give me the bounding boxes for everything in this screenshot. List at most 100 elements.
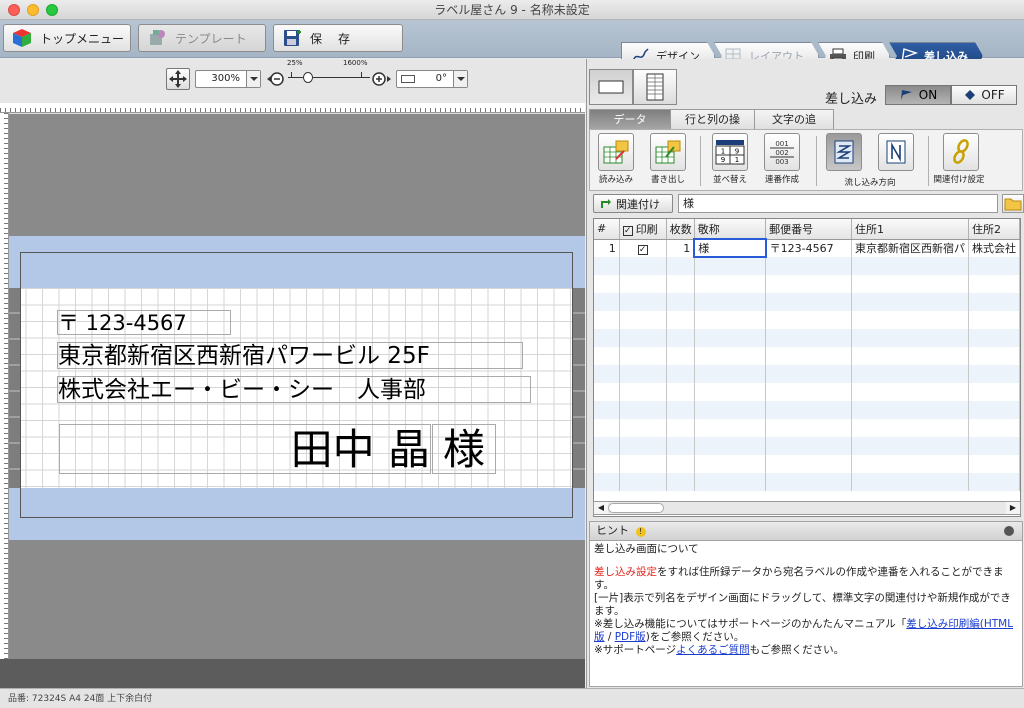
zoom-value: 300% [211, 73, 240, 84]
serial-number-label: 連番作成 [764, 175, 799, 185]
postal-code-text[interactable]: 〒 123-4567 [57, 310, 231, 335]
close-window-button[interactable] [8, 4, 20, 16]
svg-text:9: 9 [721, 156, 725, 164]
print-checkbox[interactable]: ✓ [637, 244, 648, 255]
folder-icon [1004, 198, 1022, 211]
save-icon [282, 28, 302, 48]
hint-paragraph-3: ※差し込み機能についてはサポートページのかんたんマニュアル「差し込み印刷編(HT… [594, 618, 1014, 643]
svg-text:9: 9 [735, 148, 739, 156]
zoom-bar: 300% 25% 1600% 0° [0, 59, 585, 103]
manual-pdf-link[interactable]: PDF版 [615, 631, 646, 643]
sort-button[interactable]: 1991 並べ替え [708, 133, 752, 185]
col-header-index[interactable]: # [594, 219, 620, 240]
recipient-name-text[interactable]: 田中 晶 [59, 424, 431, 474]
hint-paragraph-2: [一片]表示で列名をデザイン画面にドラッグして、標準文字の関連付けや新規作成がで… [594, 592, 1011, 617]
save-button[interactable]: 保 存 [273, 24, 403, 52]
faq-link[interactable]: よくあるご質問 [676, 644, 750, 656]
scroll-left-icon[interactable]: ◀ [594, 502, 608, 514]
svg-text:1: 1 [735, 156, 739, 164]
col-header-print[interactable]: ✓ 印刷 [619, 219, 667, 240]
col-header-qty[interactable]: 枚数 [666, 219, 695, 240]
col-header-addr1[interactable]: 住所1 [851, 219, 969, 240]
zoom-out-button[interactable] [267, 70, 285, 88]
zoom-slider[interactable] [288, 69, 370, 89]
cell-addr1[interactable]: 東京都新宿区西新宿パ [851, 239, 969, 257]
data-table: # ✓ 印刷 枚数 敬称 郵便番号 住所1 住所2 1 ✓ 1 様 〒123-45… [594, 219, 1020, 491]
list-view-button[interactable] [633, 69, 677, 105]
tab-row-col[interactable]: 行と列の操作 [670, 109, 755, 145]
slider-max-label: 1600% [343, 59, 368, 67]
flow-vertical-button[interactable] [874, 133, 918, 173]
cube-icon [12, 28, 32, 48]
status-text: 品番: 72324S A4 24面 上下余白付 [8, 694, 153, 704]
rotation-select[interactable]: 0° [396, 70, 468, 88]
zoom-slider-thumb[interactable] [303, 72, 313, 83]
check-all-checkbox[interactable]: ✓ [622, 225, 633, 236]
honorific-text[interactable]: 様 [432, 424, 496, 474]
zoom-select[interactable]: 300% [195, 70, 261, 88]
export-icon [655, 140, 681, 164]
tab-add-text[interactable]: 文字の追加 [754, 109, 834, 145]
address-text[interactable]: 東京都新宿区西新宿パワービル 25F [57, 342, 523, 369]
cell-print[interactable]: ✓ [619, 239, 667, 257]
cell-addr2[interactable]: 株式会社 [968, 239, 1020, 257]
cell-zip[interactable]: 〒123-4567 [765, 239, 852, 257]
hint-title: ヒント [596, 524, 629, 537]
hint-paragraph-1: 差し込み設定をすれば住所録データから宛名ラベルの作成や連番を入れることができます… [594, 566, 1004, 591]
link-row: 関連付け 様 [593, 194, 1024, 214]
col-header-addr2[interactable]: 住所2 [968, 219, 1020, 240]
link-arrow-icon [601, 198, 611, 208]
single-view-icon [598, 80, 624, 94]
flag-icon [900, 90, 912, 100]
scroll-thumb[interactable] [608, 503, 664, 513]
export-button[interactable]: 書き出し [646, 133, 690, 185]
expand-arrows-icon [169, 70, 187, 88]
zoom-in-button[interactable] [371, 70, 391, 88]
col-header-honorific[interactable]: 敬称 [694, 219, 767, 240]
svg-text:001: 001 [775, 140, 788, 148]
company-text[interactable]: 株式会社エー・ビー・シー 人事部 [57, 376, 531, 403]
top-menu-button[interactable]: トップメニュー [3, 24, 131, 52]
link-settings-button[interactable]: 関連付け設定 [933, 133, 986, 185]
import-button[interactable]: 読み込み [594, 133, 638, 185]
top-menu-label: トップメニュー [40, 31, 125, 46]
zoom-window-button[interactable] [46, 4, 58, 16]
tab-data[interactable]: データ [589, 109, 671, 129]
single-view-button[interactable] [589, 69, 633, 105]
data-grid[interactable]: # ✓ 印刷 枚数 敬称 郵便番号 住所1 住所2 1 ✓ 1 様 〒123-45… [593, 218, 1021, 517]
cell-honorific[interactable]: 様 [693, 238, 767, 258]
flow-horizontal-button[interactable] [822, 133, 866, 173]
col-header-zip[interactable]: 郵便番号 [765, 219, 852, 240]
template-icon [147, 28, 167, 48]
chain-link-icon [953, 139, 969, 164]
collapse-hint-button[interactable] [1004, 526, 1014, 536]
merge-on-button[interactable]: ON [885, 85, 951, 105]
flow-z-icon [834, 140, 854, 164]
serial-number-button[interactable]: 001 002 003 連番作成 [760, 133, 804, 185]
sort-label: 並べ替え [712, 175, 747, 185]
template-button[interactable]: テンプレート [138, 24, 266, 52]
svg-text:1: 1 [721, 148, 725, 156]
chevron-down-icon [453, 71, 467, 87]
scroll-right-icon[interactable]: ▶ [1006, 502, 1020, 514]
slider-min-label: 25% [287, 59, 303, 67]
linked-field-input[interactable]: 様 [678, 194, 998, 213]
title-bar: ラベル屋さん 9 - 名称未設定 [0, 0, 1024, 20]
main-toolbar: トップメニュー テンプレート 保 存 デザイン レイアウト 印刷 差し込み [0, 20, 1024, 58]
minimize-window-button[interactable] [27, 4, 39, 16]
label-canvas[interactable]: 〒 123-4567 東京都新宿区西新宿パワービル 25F 株式会社エー・ビー・… [9, 114, 585, 659]
label-margin-right [573, 288, 585, 488]
fit-page-button[interactable] [166, 68, 190, 90]
cell-qty[interactable]: 1 [666, 239, 695, 257]
import-icon [603, 140, 629, 164]
merge-on-label: ON [918, 88, 938, 102]
flag-off-icon [965, 90, 976, 100]
horizontal-scrollbar[interactable]: ◀ ▶ [593, 501, 1021, 515]
serial-number-icon: 001002003 [770, 140, 794, 166]
merge-off-button[interactable]: OFF [951, 85, 1017, 105]
browse-folder-button[interactable] [1002, 194, 1024, 213]
merge-off-label: OFF [981, 88, 1005, 102]
link-field-button[interactable]: 関連付け [593, 194, 673, 213]
table-row[interactable]: 1 ✓ 1 様 〒123-4567 東京都新宿区西新宿パ 株式会社 [594, 238, 1020, 258]
link-field-label: 関連付け [616, 197, 660, 211]
